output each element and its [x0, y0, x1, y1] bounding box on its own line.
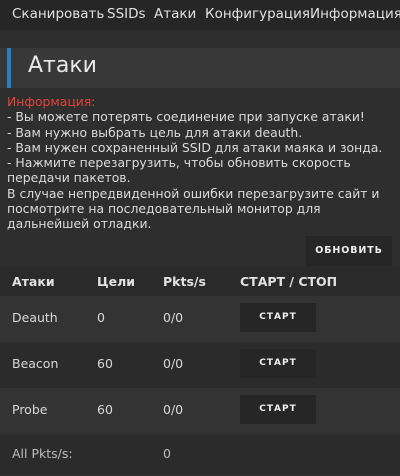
- start-deauth-button[interactable]: СТАРТ: [240, 303, 316, 332]
- total-label: All Pkts/s:: [12, 446, 73, 461]
- nav-ssids[interactable]: SSIDs: [107, 6, 146, 22]
- table-row: Probe 60 0/0 СТАРТ: [0, 388, 400, 434]
- attack-targets: 60: [97, 356, 113, 371]
- attack-name: Beacon: [12, 356, 59, 371]
- nav-info[interactable]: Информация: [310, 6, 400, 22]
- info-line: В случае непредвиденной ошибки перезагру…: [7, 185, 380, 232]
- nav-attacks[interactable]: Атаки: [154, 6, 196, 22]
- header-start-stop: СТАРТ / СТОП: [240, 274, 338, 289]
- table-row: Deauth 0 0/0 СТАРТ: [0, 296, 400, 342]
- start-beacon-button[interactable]: СТАРТ: [240, 349, 316, 378]
- nav-scan[interactable]: Сканировать: [12, 6, 104, 22]
- attack-name: Deauth: [12, 310, 58, 325]
- header-pkts: Pkts/s: [163, 274, 206, 289]
- info-line: - Вам нужен сохраненный SSID для атаки м…: [7, 139, 383, 155]
- attack-name: Probe: [12, 402, 48, 417]
- info-block: Информация: - Вы можете потерять соедине…: [7, 94, 395, 232]
- table-header-row: Атаки Цели Pkts/s СТАРТ / СТОП: [0, 266, 400, 296]
- page-title: Атаки: [28, 53, 97, 78]
- attack-targets: 0: [97, 310, 105, 325]
- info-line: - Нажмите перезагрузить, чтобы обновить …: [7, 155, 351, 186]
- page-header: Атаки: [0, 48, 400, 88]
- start-probe-button[interactable]: СТАРТ: [240, 395, 316, 424]
- header-targets: Цели: [97, 274, 135, 289]
- info-label: Информация:: [7, 94, 96, 109]
- top-navigation: Сканировать SSIDs Атаки Конфигурация Инф…: [0, 0, 400, 30]
- header-accent-bar: [7, 48, 11, 88]
- header-attacks: Атаки: [12, 274, 55, 289]
- info-line: - Вам нужно выбрать цель для атаки deaut…: [7, 124, 303, 140]
- attack-pkts: 0/0: [163, 310, 184, 325]
- table-row: Beacon 60 0/0 СТАРТ: [0, 342, 400, 388]
- attack-pkts: 0/0: [163, 402, 184, 417]
- table-total-row: All Pkts/s: 0: [0, 434, 400, 474]
- nav-settings[interactable]: Конфигурация: [205, 6, 310, 22]
- total-value: 0: [163, 446, 171, 461]
- attack-targets: 60: [97, 402, 113, 417]
- attacks-table: Атаки Цели Pkts/s СТАРТ / СТОП Deauth 0 …: [0, 266, 400, 474]
- info-line: - Вы можете потерять соединение при запу…: [7, 109, 365, 125]
- reload-button[interactable]: ОБНОВИТЬ: [306, 236, 392, 266]
- attack-pkts: 0/0: [163, 356, 184, 371]
- main-content: Атаки Информация: - Вы можете потерять с…: [0, 30, 400, 476]
